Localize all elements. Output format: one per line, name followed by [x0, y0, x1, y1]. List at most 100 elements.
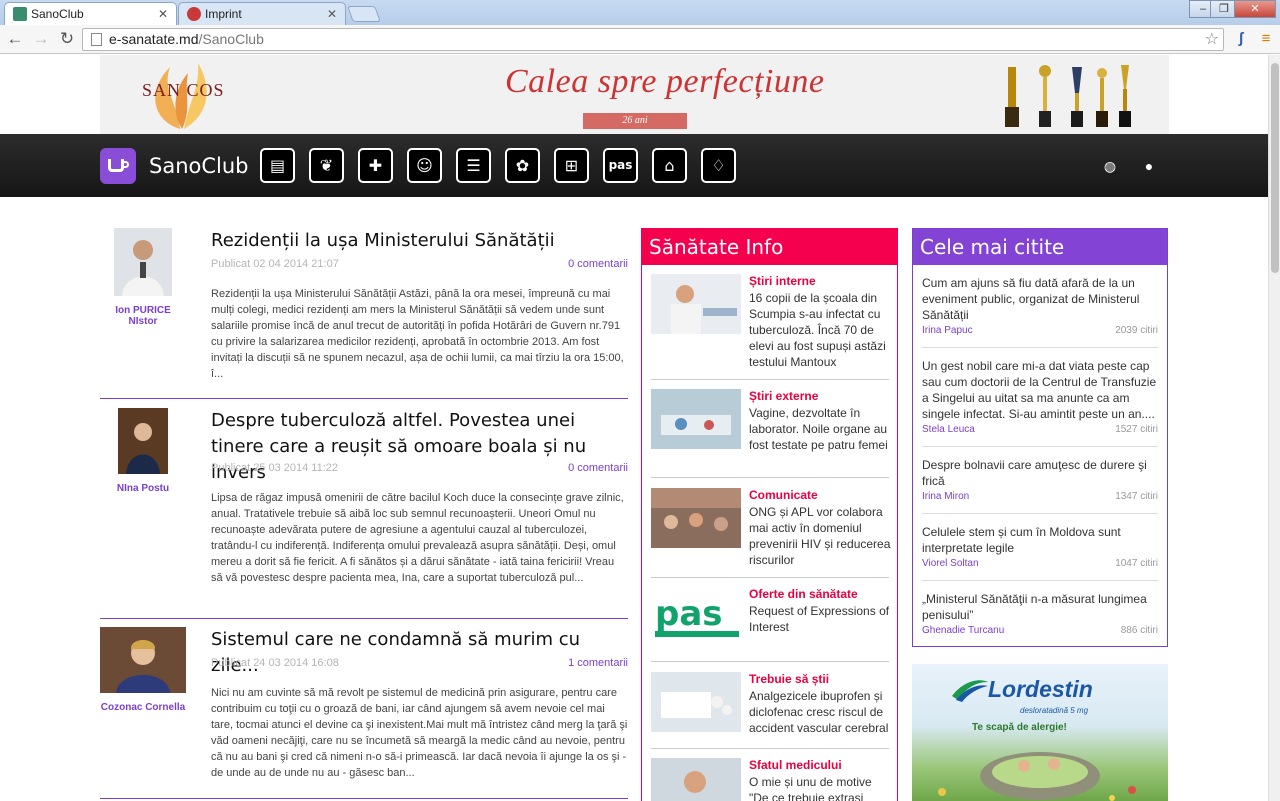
- user-icon[interactable]: ●: [1140, 157, 1158, 175]
- author-avatar[interactable]: Ion PURICE NIstor: [100, 228, 186, 327]
- author-avatar[interactable]: Cozonac Cornella: [100, 627, 186, 713]
- trophy-icon: [1071, 67, 1083, 127]
- info-category-link[interactable]: Știri interne: [749, 274, 816, 288]
- browser-toolbar: ← → ↻ e-sanatate.md/SanoClub ☆ ʃ ≡: [0, 25, 1280, 54]
- comments-link[interactable]: 1 comentarii: [568, 657, 628, 669]
- info-category-link[interactable]: Trebuie să știi: [749, 672, 829, 686]
- page-icon: [91, 33, 102, 46]
- separator: [922, 580, 1158, 581]
- hospital-bed-icon[interactable]: ⊞: [554, 148, 589, 183]
- comments-link[interactable]: 0 comentarii: [568, 258, 628, 270]
- article-card: NIna Postu Despre tuberculoză altfel. Po…: [100, 406, 628, 606]
- address-bar[interactable]: e-sanatate.md/SanoClub ☆: [82, 28, 1224, 51]
- flower-icon[interactable]: ✿: [505, 148, 540, 183]
- info-text[interactable]: O mie și unu de motive "De ce trebuie ex…: [749, 774, 891, 801]
- info-item[interactable]: Sfatul medicului O mie și unu de motive …: [651, 758, 889, 801]
- info-text[interactable]: ONG și APL vor colabora mai activ în dom…: [749, 504, 891, 568]
- most-read-item[interactable]: Celulele stem și cum în Moldova sunt int…: [922, 524, 1158, 569]
- most-read-title[interactable]: „Ministerul Sănătăţii n-a măsurat lungim…: [922, 591, 1158, 623]
- separator: [922, 446, 1158, 447]
- author-photo: [118, 408, 168, 474]
- info-text[interactable]: 16 copii de la școala din Scumpia s-au i…: [749, 290, 891, 370]
- info-item[interactable]: pas Oferte din sănătate Request of Expre…: [651, 587, 889, 657]
- author-name[interactable]: NIna Postu: [100, 483, 186, 494]
- menu-icon[interactable]: ≡: [1256, 29, 1276, 49]
- site-brand[interactable]: SanoClub: [149, 154, 249, 178]
- coffee-cup-icon[interactable]: [100, 148, 136, 184]
- info-text[interactable]: Vagine, dezvoltate în laborator. Noile o…: [749, 405, 891, 453]
- close-tab-icon[interactable]: ✕: [327, 3, 337, 25]
- sanoclub-favicon-icon: [13, 7, 27, 21]
- article-card: Cozonac Cornella Sistemul care ne condam…: [100, 627, 628, 792]
- back-arrow-icon[interactable]: ←: [4, 29, 26, 49]
- author-avatar[interactable]: NIna Postu: [100, 408, 186, 494]
- new-tab-button[interactable]: [347, 6, 381, 22]
- lordestin-ad[interactable]: Lordestin desloratadină 5 mg Te scapă de…: [912, 664, 1168, 801]
- most-read-item[interactable]: Cum am ajuns să fiu dată afară de la un …: [922, 275, 1158, 336]
- most-read-title[interactable]: Un gest nobil care mi-a dat viata peste …: [922, 358, 1158, 422]
- separator: [922, 513, 1158, 514]
- info-category-link[interactable]: Știri externe: [749, 389, 818, 403]
- info-item[interactable]: Comunicate ONG și APL vor colabora mai a…: [651, 488, 891, 568]
- bookmark-star-icon[interactable]: ☆: [1205, 29, 1219, 50]
- comments-link[interactable]: 0 comentarii: [568, 462, 628, 474]
- medical-book-icon[interactable]: ✚: [358, 148, 393, 183]
- most-read-title[interactable]: Cum am ajuns să fiu dată afară de la un …: [922, 275, 1158, 323]
- info-category-link[interactable]: Comunicate: [749, 488, 818, 502]
- separator: [651, 577, 889, 578]
- page-scrollbar[interactable]: [1268, 55, 1280, 801]
- globe-icon[interactable]: ◍: [1101, 157, 1119, 175]
- info-item[interactable]: Știri externe Vagine, dezvoltate în labo…: [651, 389, 889, 469]
- separator: [651, 748, 889, 749]
- author-name[interactable]: Ion PURICE NIstor: [100, 305, 186, 327]
- leaf-icon[interactable]: ❦: [309, 148, 344, 183]
- most-read-item[interactable]: Despre bolnavii care amuţesc de durere ş…: [922, 457, 1158, 502]
- view-count: 2039 citiri: [1115, 325, 1158, 336]
- info-item[interactable]: Trebuie să știi Analgezicele ibuprofen ș…: [651, 672, 889, 750]
- article-title[interactable]: Sistemul care ne condamnă să murim cu zi…: [211, 627, 621, 679]
- article-excerpt: Rezidenții la ușa Ministerului Sănătății…: [211, 288, 624, 380]
- forward-arrow-icon[interactable]: →: [30, 29, 52, 49]
- tab-title: Imprint: [205, 7, 242, 21]
- article-title[interactable]: Rezidenții la ușa Ministerului Sănătății: [211, 228, 621, 254]
- separator: [651, 661, 889, 662]
- document-plus-icon[interactable]: ☰: [456, 148, 491, 183]
- article-title[interactable]: Despre tuberculoză altfel. Povestea unei…: [211, 408, 621, 486]
- most-read-item[interactable]: Un gest nobil care mi-a dat viata peste …: [922, 358, 1158, 435]
- separator: [922, 347, 1158, 348]
- panel-header[interactable]: Sănătate Info: [642, 229, 897, 265]
- extension-icon[interactable]: ʃ: [1231, 29, 1251, 49]
- ad-brand: Lordestin: [988, 676, 1093, 702]
- blood-drop-icon[interactable]: ♢: [701, 148, 736, 183]
- reload-icon[interactable]: ↻: [56, 29, 78, 49]
- tab-sanoclub[interactable]: SanoClub ✕: [4, 2, 177, 25]
- author-photo: [100, 627, 186, 693]
- news-thumbnail: [651, 488, 741, 548]
- graduation-cap-icon[interactable]: ⌂: [652, 148, 687, 183]
- imprint-favicon-icon: [187, 7, 201, 21]
- close-window-button[interactable]: ✕: [1234, 0, 1276, 18]
- most-read-item[interactable]: „Ministerul Sănătăţii n-a măsurat lungim…: [922, 591, 1158, 636]
- most-read-title[interactable]: Despre bolnavii care amuţesc de durere ş…: [922, 457, 1158, 489]
- article-meta: Publicat 02 04 2014 21:07 0 comentarii: [211, 258, 628, 270]
- info-text[interactable]: Analgezicele ibuprofen și diclofenac cre…: [749, 688, 891, 736]
- news-thumbnail: [651, 389, 741, 449]
- scrollbar-thumb[interactable]: [1271, 63, 1279, 273]
- panel-header[interactable]: Cele mai citite: [913, 229, 1167, 265]
- info-category-link[interactable]: Oferte din sănătate: [749, 587, 858, 601]
- trophy-icon: [1005, 67, 1019, 127]
- info-item[interactable]: Știri interne 16 copii de la școala din …: [651, 274, 889, 369]
- ad-subtitle: desloratadină 5 mg: [1020, 706, 1089, 715]
- most-read-title[interactable]: Celulele stem și cum în Moldova sunt int…: [922, 524, 1158, 556]
- close-tab-icon[interactable]: ✕: [158, 3, 168, 25]
- tab-imprint[interactable]: Imprint ✕: [178, 2, 346, 25]
- author-name[interactable]: Cozonac Cornella: [100, 702, 186, 713]
- pas-logo-thumbnail: pas: [651, 587, 741, 647]
- doctor-icon[interactable]: ☺: [407, 148, 442, 183]
- news-thumbnail: [651, 758, 741, 801]
- info-category-link[interactable]: Sfatul medicului: [749, 758, 842, 772]
- info-text[interactable]: Request of Expressions of Interest: [749, 603, 891, 635]
- pas-logo-icon[interactable]: pas: [603, 148, 638, 183]
- anniversary-ribbon: 26 ani: [583, 113, 687, 129]
- news-icon[interactable]: ▤: [260, 148, 295, 183]
